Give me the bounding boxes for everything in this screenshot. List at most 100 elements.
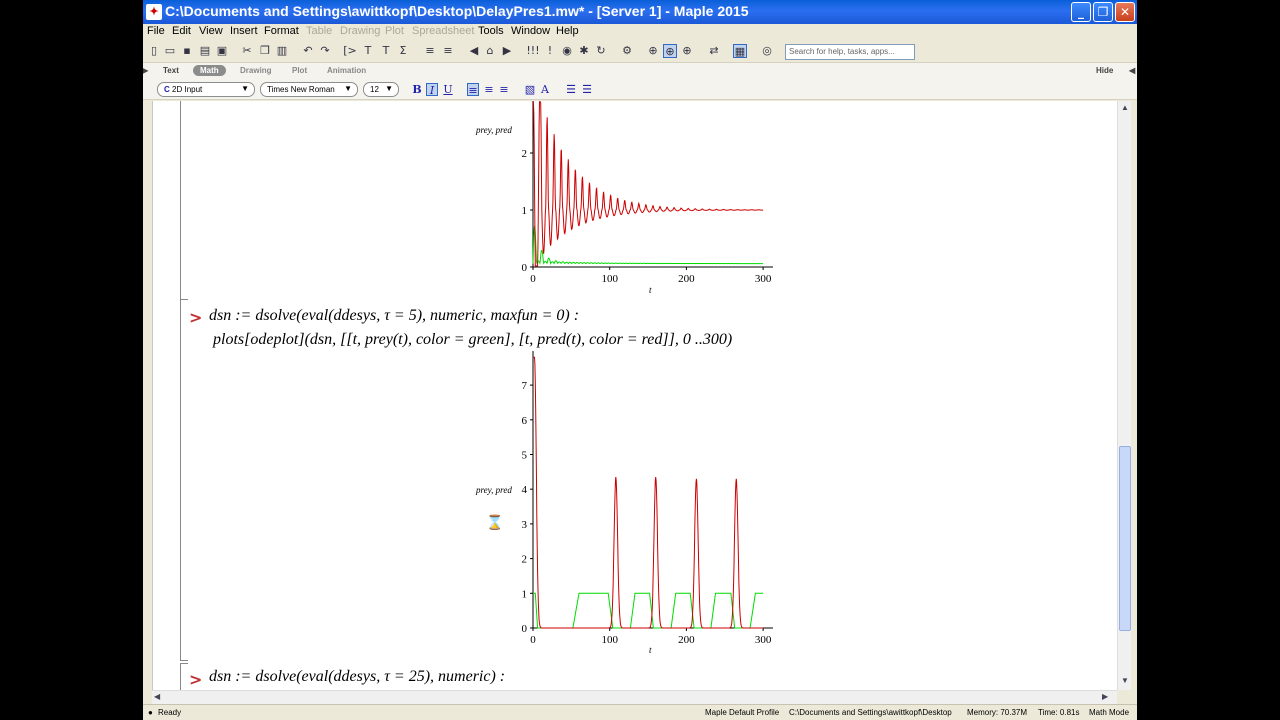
redo-icon[interactable]: ↷ [318, 44, 332, 58]
print-preview-icon[interactable]: ▣ [215, 44, 229, 58]
cut-icon[interactable]: ✂ [240, 44, 254, 58]
close-button[interactable]: ✕ [1115, 2, 1135, 22]
copy-icon[interactable]: ❐ [258, 44, 272, 58]
tab-drawing[interactable]: Drawing [240, 66, 272, 75]
align-right-icon[interactable]: ≡ [498, 83, 510, 96]
debug-icon[interactable]: ✱ [577, 44, 591, 58]
tab-text[interactable]: Text [163, 66, 179, 75]
scroll-up-icon[interactable]: ▲ [1119, 103, 1131, 115]
home-icon[interactable]: ⌂ [483, 44, 497, 58]
print-icon[interactable]: ▤ [198, 44, 212, 58]
input-mode-select[interactable]: C 2D Input ▼ [157, 82, 255, 97]
scroll-right-icon[interactable]: ▶ [1102, 692, 1108, 701]
worksheet[interactable]: prey, pred t 012 0 100 200 300 > dsn := dso… [152, 101, 1117, 690]
insert-math-icon[interactable]: T [379, 44, 393, 58]
minimize-button[interactable]: _ [1071, 2, 1091, 22]
new-document-icon[interactable]: ▯ [147, 44, 161, 58]
hide-button[interactable]: Hide [1096, 66, 1113, 75]
math-c-icon: C [164, 85, 170, 94]
menu-table[interactable]: Table [306, 25, 332, 37]
plot1-x-ticks: 0 100 200 300 [530, 267, 772, 285]
input-prompt: > [189, 308, 203, 327]
text-color-icon[interactable]: A [539, 83, 551, 96]
menu-help[interactable]: Help [556, 25, 579, 37]
undo-icon[interactable]: ↶ [301, 44, 315, 58]
math-input-line-2[interactable]: plots[odeplot](dsn, [[t, prey(t), color … [213, 331, 732, 349]
insert-text-icon[interactable]: T [361, 44, 375, 58]
horizontal-scrollbar[interactable]: ◀ ▶ [152, 690, 1117, 704]
palette-icon[interactable]: ▦ [733, 44, 747, 58]
menu-tools[interactable]: Tools [478, 25, 504, 37]
save-icon[interactable]: ▪ [180, 44, 194, 58]
open-folder-icon[interactable]: ▭ [163, 44, 177, 58]
toolbar: ▯ ▭ ▪ ▤ ▣ ✂ ❐ ▥ ↶ ↷ [> T T Σ ≡ ≡ ◀ ⌂ ▶ !… [143, 41, 1137, 63]
menu-format[interactable]: Format [264, 25, 299, 37]
sigma-icon[interactable]: Σ [396, 44, 410, 58]
paste-icon[interactable]: ▥ [275, 44, 289, 58]
align-left-icon[interactable]: ≡ [467, 83, 479, 97]
numbered-list-icon[interactable]: ☰ [581, 83, 593, 96]
align-center-icon[interactable]: ≡ [483, 83, 495, 96]
left-pane-arrow-icon[interactable]: ▶ [143, 66, 148, 75]
italic-button[interactable]: I [426, 83, 438, 97]
forward-arrow-icon[interactable]: ▶ [500, 44, 514, 58]
maximize-button[interactable]: ❐ [1093, 2, 1113, 22]
execute-all-icon[interactable]: !!! [526, 44, 540, 58]
font-select[interactable]: Times New Roman ▼ [260, 82, 358, 97]
vertical-scrollbar[interactable]: ▲ ▼ [1117, 101, 1131, 690]
menu-spreadsheet[interactable]: Spreadsheet [412, 25, 474, 37]
group-bracket[interactable] [180, 101, 181, 299]
indent-icon[interactable]: ≡ [423, 44, 437, 58]
scrollbar-thumb[interactable] [1119, 446, 1131, 631]
highlight-color-icon[interactable]: ▧ [524, 83, 536, 96]
tab-plot[interactable]: Plot [292, 66, 307, 75]
outdent-icon[interactable]: ≡ [441, 44, 455, 58]
scroll-left-icon[interactable]: ◀ [154, 692, 160, 701]
tab-math[interactable]: Math [193, 65, 226, 76]
bold-button[interactable]: B [411, 83, 423, 96]
help-search-icon[interactable]: ◎ [760, 44, 774, 58]
menu-file[interactable]: File [147, 25, 165, 37]
maple-leaf-icon: ✦ [146, 4, 162, 20]
right-pane-arrow-icon[interactable]: ◀ [1129, 66, 1135, 75]
group-bracket-end [180, 660, 188, 661]
plot2-xtick-200: 200 [678, 634, 695, 646]
plot1-ytick-2: 2 [522, 148, 528, 160]
back-arrow-icon[interactable]: ◀ [467, 44, 481, 58]
status-mode: Math Mode [1089, 708, 1130, 717]
scroll-down-icon[interactable]: ▼ [1119, 676, 1131, 688]
insert-execution-group-icon[interactable]: [> [343, 44, 357, 58]
plot2-prey-curve [533, 592, 764, 629]
font-size-select[interactable]: 12 ▼ [363, 82, 399, 97]
zoom-200-icon[interactable]: ⊕ [680, 44, 694, 58]
execute-icon[interactable]: ! [543, 44, 557, 58]
bullet-list-icon[interactable]: ☰ [565, 83, 577, 96]
zoom-150-icon[interactable]: ⊕ [663, 44, 677, 58]
group-bracket[interactable] [180, 663, 181, 690]
menu-insert[interactable]: Insert [230, 25, 258, 37]
stop-icon[interactable]: ◉ [560, 44, 574, 58]
math-input-line-3[interactable]: dsn := dsolve(eval(ddesys, τ = 25), nume… [209, 668, 505, 686]
toggle-icon[interactable]: ⇄ [707, 44, 721, 58]
plot2-ytick-5: 5 [522, 450, 528, 462]
status-profile: Maple Default Profile [705, 708, 780, 717]
math-input-line-1[interactable]: dsn := dsolve(eval(ddesys, τ = 5), numer… [209, 307, 579, 325]
status-bar: ● Ready Maple Default Profile C:\Documen… [143, 704, 1137, 720]
menu-drawing[interactable]: Drawing [340, 25, 380, 37]
plot2-y-ticks: 0 1 2 3 4 5 6 7 [522, 380, 533, 635]
plot2-x-ticks: 0 100 200 300 [530, 628, 772, 646]
menu-plot[interactable]: Plot [385, 25, 404, 37]
menu-view[interactable]: View [199, 25, 223, 37]
plot1-prey-curve [532, 225, 764, 266]
format-bar: C 2D Input ▼ Times New Roman ▼ 12 ▼ B I … [143, 80, 1137, 100]
settings-icon[interactable]: ⚙ [620, 44, 634, 58]
zoom-100-icon[interactable]: ⊕ [646, 44, 660, 58]
tab-animation[interactable]: Animation [327, 66, 366, 75]
underline-button[interactable]: U [442, 83, 454, 96]
context-tabs: ▶ Text Math Drawing Plot Animation Hide … [143, 63, 1137, 80]
restart-icon[interactable]: ↻ [594, 44, 608, 58]
help-search-input[interactable]: Search for help, tasks, apps... [785, 44, 915, 60]
group-bracket[interactable] [180, 299, 181, 660]
menu-window[interactable]: Window [511, 25, 550, 37]
menu-edit[interactable]: Edit [172, 25, 191, 37]
